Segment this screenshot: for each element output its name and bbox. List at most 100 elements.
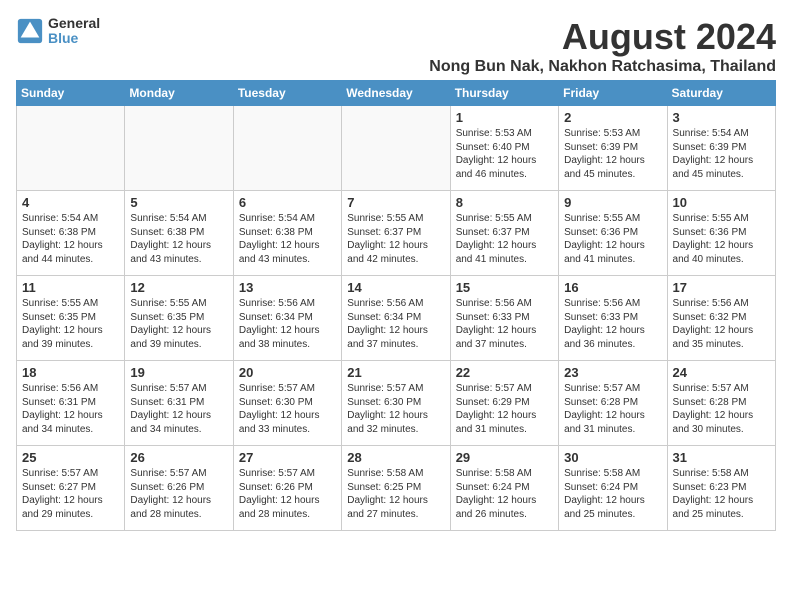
calendar-cell: 21Sunrise: 5:57 AM Sunset: 6:30 PM Dayli… bbox=[342, 361, 450, 446]
day-number: 22 bbox=[456, 365, 553, 380]
day-number: 26 bbox=[130, 450, 227, 465]
day-info: Sunrise: 5:54 AM Sunset: 6:38 PM Dayligh… bbox=[22, 212, 119, 266]
calendar-cell: 28Sunrise: 5:58 AM Sunset: 6:25 PM Dayli… bbox=[342, 446, 450, 531]
day-info: Sunrise: 5:56 AM Sunset: 6:31 PM Dayligh… bbox=[22, 382, 119, 436]
calendar-cell: 7 Sunrise: 5:55 AM Sunset: 6:37 PM Daylig… bbox=[342, 191, 450, 276]
day-number: 23 bbox=[564, 365, 661, 380]
logo-text: General Blue bbox=[48, 16, 100, 47]
day-number: 31 bbox=[673, 450, 770, 465]
calendar-cell: 23 Sunrise: 5:57 AM Sunset: 6:28 PM Dayli… bbox=[559, 361, 667, 446]
day-info: Sunrise: 5:55 AM Sunset: 6:37 PM Dayligh… bbox=[347, 212, 444, 266]
calendar-cell: 18 Sunrise: 5:56 AM Sunset: 6:31 PM Dayli… bbox=[17, 361, 125, 446]
page-header: General Blue August 2024 Nong Bun Nak, N… bbox=[16, 16, 776, 76]
calendar-header-row: SundayMondayTuesdayWednesdayThursdayFrid… bbox=[17, 81, 776, 106]
day-info: Sunrise: 5:57 AM Sunset: 6:28 PM Dayligh… bbox=[673, 382, 770, 436]
day-number: 9 bbox=[564, 195, 661, 210]
day-info: Sunrise: 5:55 AM Sunset: 6:36 PM Dayligh… bbox=[564, 212, 661, 266]
day-number: 30 bbox=[564, 450, 661, 465]
day-number: 11 bbox=[22, 280, 119, 295]
header-saturday: Saturday bbox=[667, 81, 775, 106]
calendar-week-3: 18 Sunrise: 5:56 AM Sunset: 6:31 PM Dayli… bbox=[17, 361, 776, 446]
day-info: Sunrise: 5:58 AM Sunset: 6:23 PM Dayligh… bbox=[673, 467, 770, 521]
day-info: Sunrise: 5:56 AM Sunset: 6:34 PM Dayligh… bbox=[239, 297, 336, 351]
day-info: Sunrise: 5:58 AM Sunset: 6:24 PM Dayligh… bbox=[456, 467, 553, 521]
calendar-cell: 17 Sunrise: 5:56 AM Sunset: 6:32 PM Dayli… bbox=[667, 276, 775, 361]
calendar-cell: 24 Sunrise: 5:57 AM Sunset: 6:28 PM Dayli… bbox=[667, 361, 775, 446]
calendar-table: SundayMondayTuesdayWednesdayThursdayFrid… bbox=[16, 80, 776, 531]
day-number: 5 bbox=[130, 195, 227, 210]
day-info: Sunrise: 5:57 AM Sunset: 6:30 PM Dayligh… bbox=[239, 382, 336, 436]
calendar-cell: 13 Sunrise: 5:56 AM Sunset: 6:34 PM Dayli… bbox=[233, 276, 341, 361]
header-sunday: Sunday bbox=[17, 81, 125, 106]
logo-general-text: General bbox=[48, 16, 100, 31]
calendar-cell: 10 Sunrise: 5:55 AM Sunset: 6:36 PM Dayli… bbox=[667, 191, 775, 276]
day-number: 7 bbox=[347, 195, 444, 210]
day-number: 18 bbox=[22, 365, 119, 380]
day-info: Sunrise: 5:54 AM Sunset: 6:39 PM Dayligh… bbox=[673, 127, 770, 181]
calendar-cell: 27Sunrise: 5:57 AM Sunset: 6:26 PM Dayli… bbox=[233, 446, 341, 531]
day-number: 24 bbox=[673, 365, 770, 380]
day-info: Sunrise: 5:57 AM Sunset: 6:27 PM Dayligh… bbox=[22, 467, 119, 521]
day-number: 6 bbox=[239, 195, 336, 210]
logo-icon bbox=[16, 17, 44, 45]
day-number: 4 bbox=[22, 195, 119, 210]
day-number: 19 bbox=[130, 365, 227, 380]
calendar-cell: 9 Sunrise: 5:55 AM Sunset: 6:36 PM Daylig… bbox=[559, 191, 667, 276]
day-info: Sunrise: 5:55 AM Sunset: 6:37 PM Dayligh… bbox=[456, 212, 553, 266]
calendar-cell bbox=[125, 106, 233, 191]
day-info: Sunrise: 5:57 AM Sunset: 6:29 PM Dayligh… bbox=[456, 382, 553, 436]
calendar-cell: 15Sunrise: 5:56 AM Sunset: 6:33 PM Dayli… bbox=[450, 276, 558, 361]
day-info: Sunrise: 5:57 AM Sunset: 6:31 PM Dayligh… bbox=[130, 382, 227, 436]
calendar-cell bbox=[342, 106, 450, 191]
day-number: 16 bbox=[564, 280, 661, 295]
day-number: 25 bbox=[22, 450, 119, 465]
calendar-cell bbox=[233, 106, 341, 191]
day-info: Sunrise: 5:57 AM Sunset: 6:26 PM Dayligh… bbox=[130, 467, 227, 521]
day-info: Sunrise: 5:53 AM Sunset: 6:39 PM Dayligh… bbox=[564, 127, 661, 181]
day-number: 27 bbox=[239, 450, 336, 465]
day-number: 28 bbox=[347, 450, 444, 465]
location-title: Nong Bun Nak, Nakhon Ratchasima, Thailan… bbox=[429, 58, 776, 76]
day-info: Sunrise: 5:56 AM Sunset: 6:34 PM Dayligh… bbox=[347, 297, 444, 351]
header-friday: Friday bbox=[559, 81, 667, 106]
day-info: Sunrise: 5:54 AM Sunset: 6:38 PM Dayligh… bbox=[239, 212, 336, 266]
calendar-cell: 26 Sunrise: 5:57 AM Sunset: 6:26 PM Dayli… bbox=[125, 446, 233, 531]
calendar-cell: 8 Sunrise: 5:55 AM Sunset: 6:37 PM Daylig… bbox=[450, 191, 558, 276]
day-info: Sunrise: 5:56 AM Sunset: 6:33 PM Dayligh… bbox=[564, 297, 661, 351]
logo-blue-text: Blue bbox=[48, 31, 100, 46]
day-info: Sunrise: 5:53 AM Sunset: 6:40 PM Dayligh… bbox=[456, 127, 553, 181]
day-number: 10 bbox=[673, 195, 770, 210]
logo: General Blue bbox=[16, 16, 100, 47]
day-number: 1 bbox=[456, 110, 553, 125]
title-block: August 2024 Nong Bun Nak, Nakhon Ratchas… bbox=[429, 16, 776, 76]
day-info: Sunrise: 5:55 AM Sunset: 6:35 PM Dayligh… bbox=[22, 297, 119, 351]
calendar-cell: 31 Sunrise: 5:58 AM Sunset: 6:23 PM Dayli… bbox=[667, 446, 775, 531]
day-number: 29 bbox=[456, 450, 553, 465]
calendar-cell: 4 Sunrise: 5:54 AM Sunset: 6:38 PM Daylig… bbox=[17, 191, 125, 276]
day-info: Sunrise: 5:56 AM Sunset: 6:33 PM Dayligh… bbox=[456, 297, 553, 351]
calendar-cell: 19 Sunrise: 5:57 AM Sunset: 6:31 PM Dayli… bbox=[125, 361, 233, 446]
calendar-cell: 3Sunrise: 5:54 AM Sunset: 6:39 PM Daylig… bbox=[667, 106, 775, 191]
calendar-cell: 1 Sunrise: 5:53 AM Sunset: 6:40 PM Daylig… bbox=[450, 106, 558, 191]
day-info: Sunrise: 5:57 AM Sunset: 6:30 PM Dayligh… bbox=[347, 382, 444, 436]
calendar-cell: 14 Sunrise: 5:56 AM Sunset: 6:34 PM Dayli… bbox=[342, 276, 450, 361]
calendar-cell: 2Sunrise: 5:53 AM Sunset: 6:39 PM Daylig… bbox=[559, 106, 667, 191]
calendar-body: 1 Sunrise: 5:53 AM Sunset: 6:40 PM Daylig… bbox=[17, 106, 776, 531]
header-tuesday: Tuesday bbox=[233, 81, 341, 106]
day-info: Sunrise: 5:57 AM Sunset: 6:28 PM Dayligh… bbox=[564, 382, 661, 436]
calendar-week-4: 25 Sunrise: 5:57 AM Sunset: 6:27 PM Dayli… bbox=[17, 446, 776, 531]
calendar-cell bbox=[17, 106, 125, 191]
calendar-cell: 6 Sunrise: 5:54 AM Sunset: 6:38 PM Daylig… bbox=[233, 191, 341, 276]
header-thursday: Thursday bbox=[450, 81, 558, 106]
day-number: 13 bbox=[239, 280, 336, 295]
day-number: 14 bbox=[347, 280, 444, 295]
day-info: Sunrise: 5:56 AM Sunset: 6:32 PM Dayligh… bbox=[673, 297, 770, 351]
calendar-cell: 20Sunrise: 5:57 AM Sunset: 6:30 PM Dayli… bbox=[233, 361, 341, 446]
day-number: 8 bbox=[456, 195, 553, 210]
calendar-cell: 30Sunrise: 5:58 AM Sunset: 6:24 PM Dayli… bbox=[559, 446, 667, 531]
day-info: Sunrise: 5:55 AM Sunset: 6:36 PM Dayligh… bbox=[673, 212, 770, 266]
header-monday: Monday bbox=[125, 81, 233, 106]
day-number: 17 bbox=[673, 280, 770, 295]
calendar-cell: 5Sunrise: 5:54 AM Sunset: 6:38 PM Daylig… bbox=[125, 191, 233, 276]
header-wednesday: Wednesday bbox=[342, 81, 450, 106]
